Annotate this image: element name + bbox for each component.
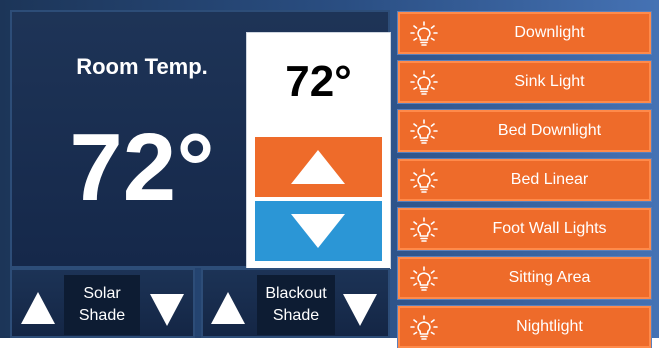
solar-shade-control: Solar Shade <box>10 268 195 338</box>
light-label: Sitting Area <box>508 269 591 286</box>
light-button-sink-light[interactable]: Sink Light <box>398 61 651 103</box>
lightbulb-icon <box>410 168 438 193</box>
light-button-sitting-area[interactable]: Sitting Area <box>398 257 651 299</box>
light-button-nightlight[interactable]: Nightlight <box>398 306 651 348</box>
arrow-down-icon <box>291 214 345 248</box>
light-label: Sink Light <box>514 73 585 90</box>
light-label: Downlight <box>514 24 585 41</box>
solar-shade-label-line1: Solar <box>83 285 121 302</box>
arrow-up-icon <box>291 150 345 184</box>
light-label: Bed Linear <box>510 171 589 188</box>
lightbulb-icon <box>410 119 438 144</box>
setpoint-down-button[interactable] <box>255 201 382 261</box>
light-button-foot-wall-lights[interactable]: Foot Wall Lights <box>398 208 651 250</box>
light-button-bed-downlight[interactable]: Bed Downlight <box>398 110 651 152</box>
solar-shade-up-button[interactable] <box>21 292 55 324</box>
solar-shade-label-line2: Shade <box>78 307 126 324</box>
setpoint-up-button[interactable] <box>255 137 382 197</box>
lights-list: Downlight Sink Light Bed Downlight Bed L… <box>398 10 651 348</box>
room-temp-value: 72° <box>69 114 215 221</box>
light-button-downlight[interactable]: Downlight <box>398 12 651 54</box>
light-label: Bed Downlight <box>497 122 602 139</box>
solar-shade-down-button[interactable] <box>150 294 184 326</box>
control-panel: Room Temp. 72° 72° Solar Shade Blackout … <box>0 0 659 348</box>
lightbulb-icon <box>410 70 438 95</box>
blackout-shade-up-button[interactable] <box>211 292 245 324</box>
blackout-shade-label-line1: Blackout <box>265 285 327 302</box>
setpoint-box: 72° <box>246 32 391 269</box>
blackout-shade-label: Blackout Shade <box>257 275 335 335</box>
lightbulb-icon <box>410 217 438 242</box>
light-label: Foot Wall Lights <box>492 220 607 237</box>
solar-shade-label: Solar Shade <box>64 275 140 335</box>
light-label: Nightlight <box>516 318 583 335</box>
lightbulb-icon <box>410 21 438 46</box>
light-button-bed-linear[interactable]: Bed Linear <box>398 159 651 201</box>
room-temp-label: Room Temp. <box>76 54 208 79</box>
thermostat-panel: Room Temp. 72° 72° <box>10 10 391 269</box>
lightbulb-icon <box>410 266 438 291</box>
blackout-shade-control: Blackout Shade <box>201 268 390 338</box>
blackout-shade-down-button[interactable] <box>343 294 377 326</box>
blackout-shade-label-line2: Shade <box>272 307 320 324</box>
setpoint-value: 72° <box>285 57 352 106</box>
